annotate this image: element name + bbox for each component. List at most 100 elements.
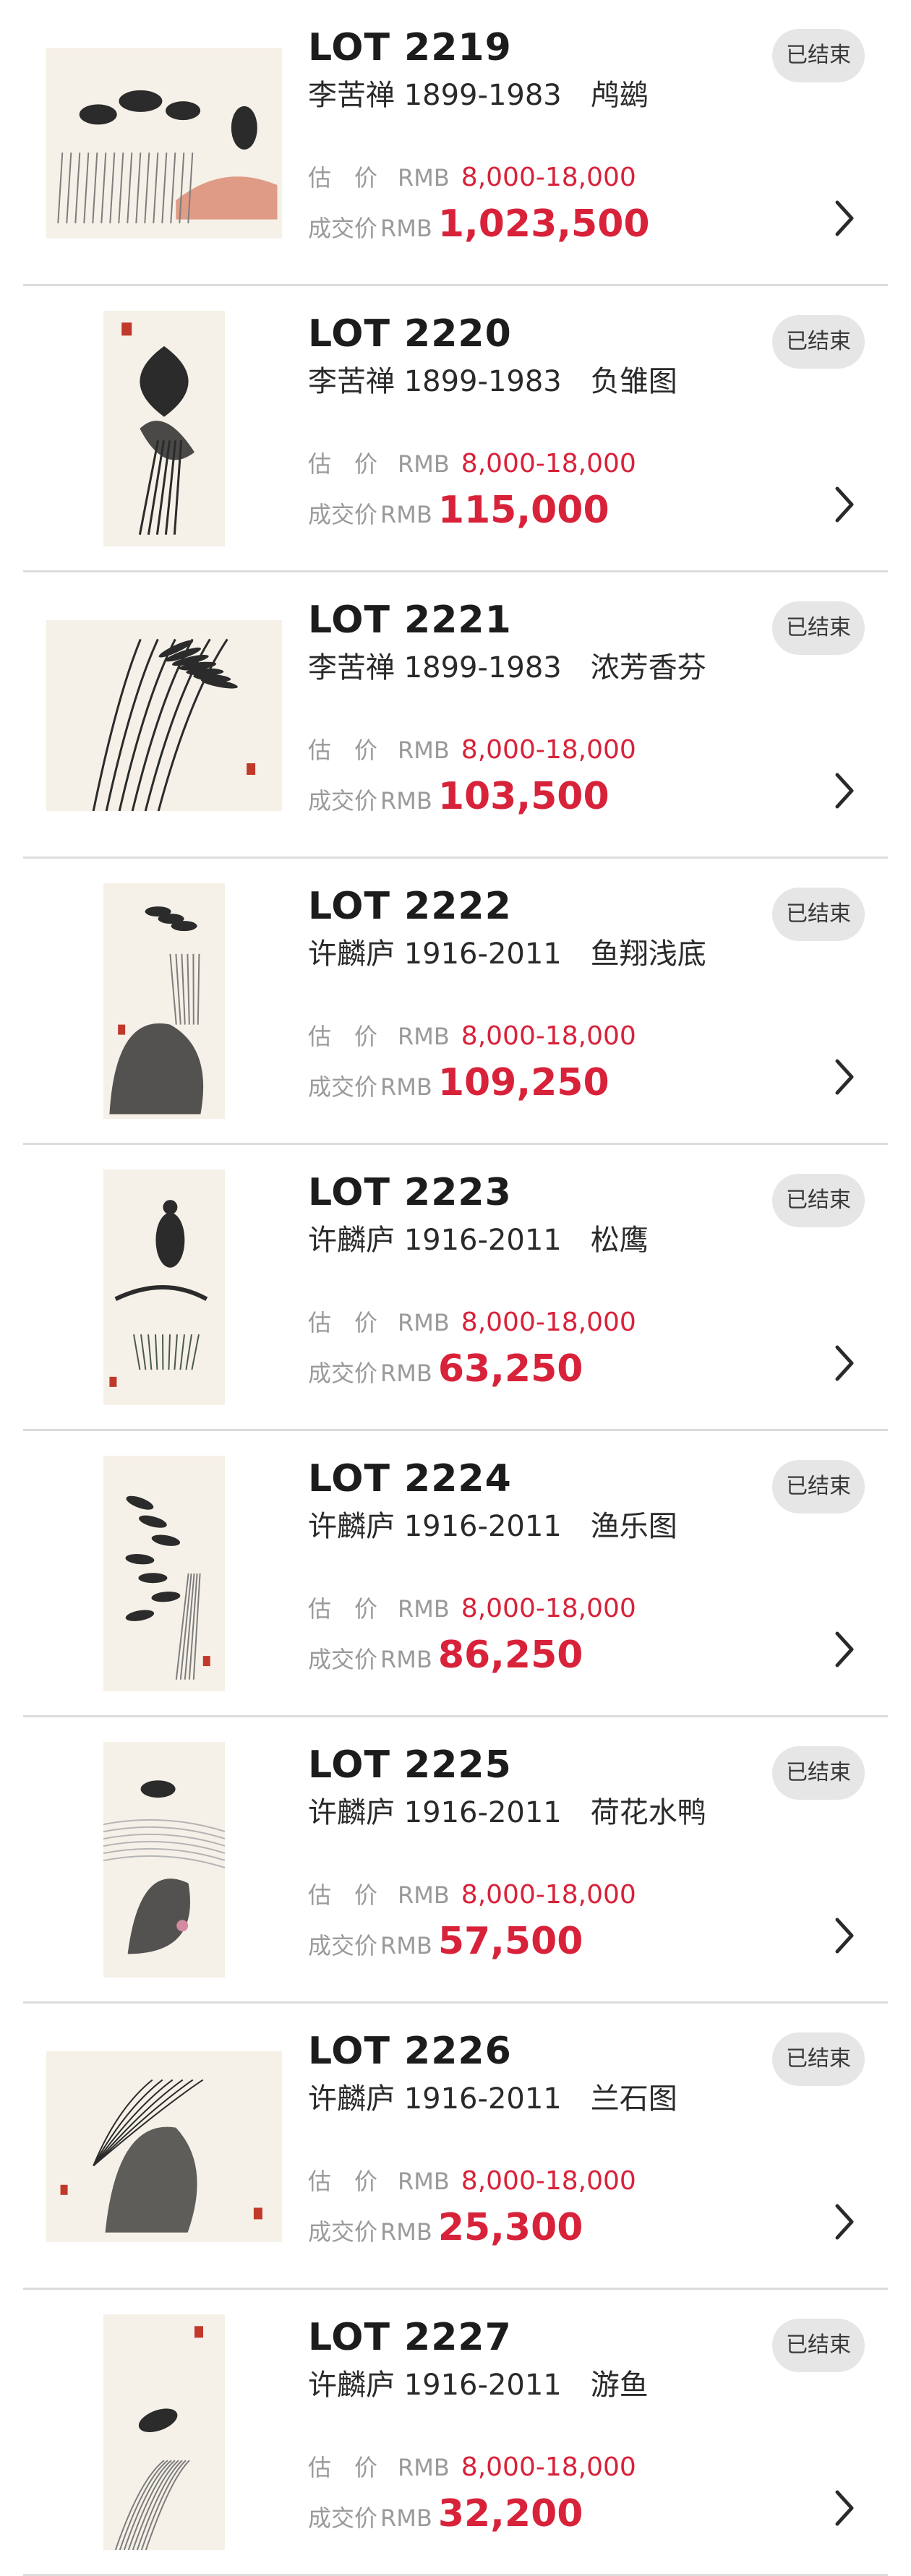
estimate-value: 8,000-18,000 [461,2452,636,2482]
sold-row: 成交价RMB1,023,500 [308,201,650,247]
sold-currency: RMB [380,2504,432,2532]
sold-label: 成交价 [308,1073,377,1101]
chevron-right-icon[interactable] [830,1055,859,1099]
lot-item[interactable]: LOT 2222许麟庐 1916-2011鱼翔浅底已结束估价RMB8,000-1… [0,859,911,1145]
estimate-value: 8,000-18,000 [461,449,636,478]
lot-number: LOT 2220 [308,315,512,353]
sold-label: 成交价 [308,787,377,815]
chevron-right-icon[interactable] [830,197,859,240]
lot-item[interactable]: LOT 2225许麟庐 1916-2011荷花水鸭已结束估价RMB8,000-1… [0,1717,911,2004]
estimate-label: 估价 [308,163,398,192]
lot-number: LOT 2223 [308,1174,512,1211]
chevron-right-icon[interactable] [830,1628,859,1671]
chevron-right-icon[interactable] [830,769,859,812]
sold-price: 25,300 [438,2206,583,2249]
lot-thumbnail[interactable] [103,1456,225,1691]
sold-row: 成交价RMB63,250 [308,1346,583,1392]
lot-thumbnail[interactable] [46,2051,282,2242]
artist-name: 许麟庐 1916-2011 [308,937,562,971]
estimate-row: 估价RMB8,000-18,000 [308,2167,636,2196]
sold-label: 成交价 [308,1360,377,1387]
chevron-right-icon[interactable] [830,483,859,526]
artist-name: 李苦禅 1899-1983 [308,79,562,112]
sold-currency: RMB [380,1073,432,1101]
chevron-right-icon[interactable] [830,2486,859,2530]
lot-thumbnail[interactable] [46,620,282,811]
estimate-label: 估价 [308,2453,398,2482]
lot-item[interactable]: LOT 2219李苦禅 1899-1983鸬鹚已结束估价RMB8,000-18,… [0,0,911,286]
sold-price: 57,500 [438,1920,583,1963]
lot-thumbnail[interactable] [103,1169,225,1405]
artist-name: 许麟庐 1916-2011 [308,1510,562,1543]
lot-item[interactable]: LOT 2223许麟庐 1916-2011松鹰已结束估价RMB8,000-18,… [0,1145,911,1431]
estimate-value: 8,000-18,000 [461,163,636,192]
lot-thumbnail[interactable] [103,311,225,546]
artwork-title: 浓芳香芬 [591,651,706,684]
sold-currency: RMB [380,1646,432,1673]
lot-item[interactable]: LOT 2227许麟庐 1916-2011游鱼已结束估价RMB8,000-18,… [0,2290,911,2576]
artwork-title: 鱼翔浅底 [591,937,706,971]
estimate-label: 估价 [308,1022,398,1051]
lot-number: LOT 2219 [308,29,512,66]
artist-title-line: 许麟庐 1916-2011 兰石图 [308,2085,677,2113]
chevron-right-icon[interactable] [830,2200,859,2244]
artist-title-line: 许麟庐 1916-2011松鹰 [308,1226,649,1255]
estimate-currency: RMB [398,1309,450,1336]
status-badge: 已结束 [772,1746,865,1800]
lot-item[interactable]: LOT 2221李苦禅 1899-1983浓芳香芬已结束估价RMB8,000-1… [0,572,911,859]
artist-title-line: 许麟庐 1916-2011渔乐图 [308,1512,677,1541]
sold-price: 115,000 [438,489,610,532]
lot-thumbnail[interactable] [103,883,225,1119]
status-badge: 已结束 [772,315,865,369]
sold-row: 成交价RMB109,250 [308,1060,610,1106]
artwork-title: 鸬鹚 [591,79,649,112]
estimate-currency: RMB [398,737,450,764]
artist-name: 许麟庐 1916-2011 [308,2082,562,2116]
sold-row: 成交价RMB57,500 [308,1918,583,1965]
chevron-right-icon[interactable] [830,1914,859,1957]
sold-label: 成交价 [308,2218,377,2246]
estimate-row: 估价RMB8,000-18,000 [308,1022,636,1051]
estimate-currency: RMB [398,1881,450,1909]
estimate-currency: RMB [398,450,450,478]
estimate-row: 估价RMB 8,000-18,000 [308,1308,636,1337]
sold-row: 成交价RMB86,250 [308,1632,583,1678]
lot-number: LOT 2227 [308,2319,512,2356]
artist-name: 李苦禅 1899-1983 [308,365,562,398]
lot-thumbnail[interactable] [103,1742,225,1978]
status-badge: 已结束 [772,601,865,655]
lot-list: LOT 2219李苦禅 1899-1983鸬鹚已结束估价RMB8,000-18,… [0,0,911,2567]
artist-name: 许麟庐 1916-2011 [308,1224,562,1257]
sold-label: 成交价 [308,1932,377,1959]
artwork-title: 兰石图 [591,2082,677,2116]
lot-item[interactable]: LOT 2224许麟庐 1916-2011渔乐图已结束估价RMB8,000-18… [0,1431,911,1717]
estimate-label: 估价 [308,736,398,765]
sold-currency: RMB [380,1360,432,1387]
sold-price: 1,023,500 [438,202,650,246]
estimate-currency: RMB [398,164,450,192]
lot-number: LOT 2221 [308,601,512,639]
artist-title-line: 许麟庐 1916-2011游鱼 [308,2371,649,2400]
status-badge: 已结束 [772,888,865,941]
estimate-label: 估价 [308,1881,398,1910]
estimate-value: 8,000-18,000 [461,1308,636,1337]
estimate-currency: RMB [398,2168,450,2195]
estimate-value: 8,000-18,000 [461,1594,636,1623]
estimate-value: 8,000-18,000 [461,2166,636,2196]
lot-item[interactable]: LOT 2226许麟庐 1916-2011兰石图已结束估价RMB8,000-18… [0,2004,911,2290]
sold-price: 109,250 [438,1061,610,1104]
estimate-label: 估价 [308,1308,398,1337]
chevron-right-icon[interactable] [830,1341,859,1385]
sold-label: 成交价 [308,501,377,528]
lot-item[interactable]: LOT 2220李苦禅 1899-1983负雏图已结束估价RMB8,000-18… [0,286,911,572]
estimate-currency: RMB [398,1023,450,1050]
estimate-row: 估价RMB8,000-18,000 [308,1881,636,1910]
sold-row: 成交价RMB115,000 [308,487,610,533]
estimate-label: 估价 [308,450,398,478]
artist-name: 许麟庐 1916-2011 [308,1796,562,1829]
sold-currency: RMB [380,501,432,528]
lot-thumbnail[interactable] [46,48,282,239]
status-badge: 已结束 [772,1174,865,1227]
estimate-row: 估价RMB8,000-18,000 [308,2453,636,2482]
lot-thumbnail[interactable] [103,2314,225,2550]
